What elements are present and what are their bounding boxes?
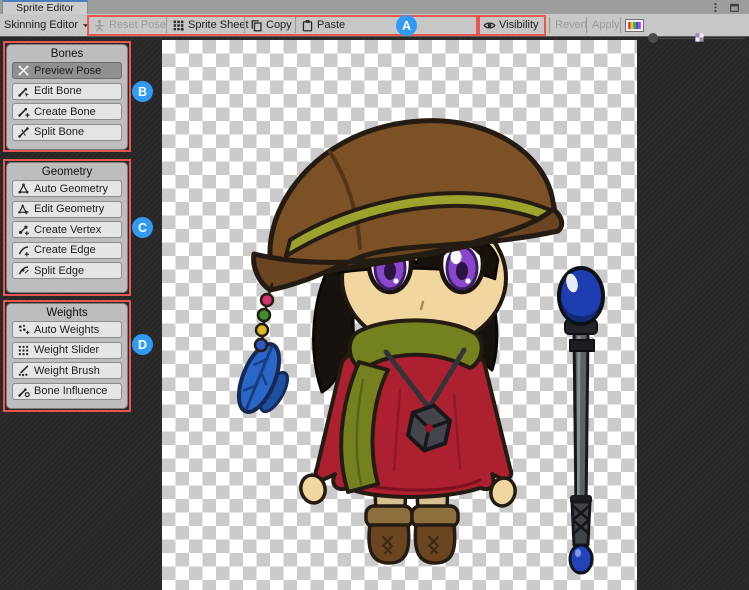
toolbar-separator <box>586 17 587 33</box>
weight-brush-button[interactable]: Weight Brush <box>12 362 122 379</box>
toolbar-separator <box>549 17 550 33</box>
edit-geometry-label: Edit Geometry <box>34 203 104 215</box>
edge-split-icon <box>17 264 30 277</box>
annotation-badge-b: B <box>132 81 153 102</box>
auto-geometry-label: Auto Geometry <box>34 183 108 195</box>
reset-pose-label: Reset Pose <box>109 19 166 31</box>
window-title-bar: Sprite Editor <box>0 0 749 14</box>
annotation-badge-d: D <box>132 334 153 355</box>
chibi-character <box>231 121 562 563</box>
sprite-sheet-button[interactable]: Sprite Sheet <box>172 14 249 36</box>
skinning-editor-window: { "window": { "tab_label": "Sprite Edito… <box>0 0 749 590</box>
toolbar-separator <box>166 17 167 33</box>
bone-influence-label: Bone Influence <box>34 385 107 397</box>
chevron-down-icon <box>81 21 90 30</box>
auto-weights-label: Auto Weights <box>34 324 99 336</box>
tab-sprite-editor[interactable]: Sprite Editor <box>2 0 88 14</box>
annotation-badge-c: C <box>132 217 153 238</box>
staff-sprite <box>559 268 603 573</box>
create-bone-button[interactable]: Create Bone <box>12 103 122 120</box>
create-edge-button[interactable]: Create Edge <box>12 242 122 259</box>
sprite-sheet-label: Sprite Sheet <box>188 19 249 31</box>
eye-icon <box>483 19 496 32</box>
mode-dropdown-label: Skinning Editor <box>4 19 78 31</box>
tab-label: Sprite Editor <box>16 2 74 14</box>
annotation-badge-a: A <box>396 15 417 36</box>
opacity-slider-knob[interactable] <box>648 33 658 43</box>
apply-button[interactable]: Apply <box>592 14 620 36</box>
character-sprite <box>162 40 637 590</box>
preview-pose-label: Preview Pose <box>34 65 101 77</box>
weight-slider-button[interactable]: Weight Slider <box>12 342 122 359</box>
weights-auto-icon <box>17 323 30 336</box>
paste-label: Paste <box>317 19 345 31</box>
bone-color-button[interactable] <box>625 19 644 32</box>
bone-influence-icon <box>17 385 30 398</box>
window-menu-button[interactable] <box>708 1 722 13</box>
opacity-slider-thumb[interactable] <box>694 32 705 43</box>
split-edge-button[interactable]: Split Edge <box>12 262 122 279</box>
toolbar-separator <box>244 17 245 33</box>
split-edge-label: Split Edge <box>34 265 84 277</box>
kebab-menu-icon <box>710 2 721 13</box>
sprite-grid-icon <box>172 19 185 32</box>
geometry-auto-icon <box>17 182 30 195</box>
weight-brush-label: Weight Brush <box>34 365 100 377</box>
create-edge-label: Create Edge <box>34 244 96 256</box>
create-vertex-label: Create Vertex <box>34 224 101 236</box>
create-bone-label: Create Bone <box>34 106 96 118</box>
crossed-bones-icon <box>17 64 30 77</box>
color-bar-icon <box>627 21 642 30</box>
copy-label: Copy <box>266 19 292 31</box>
create-vertex-button[interactable]: Create Vertex <box>12 221 122 238</box>
copy-button[interactable]: Copy <box>250 14 292 36</box>
paste-button[interactable]: Paste <box>301 14 345 36</box>
panel-geometry: Geometry Auto Geometry Edit Geometry Cre… <box>6 162 128 293</box>
bone-create-icon <box>17 105 30 118</box>
paste-icon <box>301 19 314 32</box>
bone-edit-icon <box>17 85 30 98</box>
bone-split-icon <box>17 126 30 139</box>
edit-bone-label: Edit Bone <box>34 85 82 97</box>
reset-pose-button[interactable]: Reset Pose <box>93 14 166 36</box>
auto-geometry-button[interactable]: Auto Geometry <box>12 180 122 197</box>
copy-icon <box>250 19 263 32</box>
vertex-create-icon <box>17 223 30 236</box>
panel-bones-title: Bones <box>7 45 127 62</box>
sprite-canvas[interactable] <box>162 40 637 590</box>
panel-geometry-title: Geometry <box>7 163 127 180</box>
bone-influence-button[interactable]: Bone Influence <box>12 383 122 400</box>
visibility-label: Visibility <box>499 19 539 31</box>
visibility-button[interactable]: Visibility <box>483 14 539 36</box>
window-layout-button[interactable] <box>727 1 741 13</box>
geometry-edit-icon <box>17 203 30 216</box>
editor-mode-dropdown[interactable]: Skinning Editor <box>4 14 90 36</box>
toolbar-separator <box>620 17 621 33</box>
revert-label: Revert <box>555 19 587 31</box>
auto-weights-button[interactable]: Auto Weights <box>12 321 122 338</box>
apply-label: Apply <box>592 19 620 31</box>
revert-button[interactable]: Revert <box>555 14 587 36</box>
split-bone-label: Split Bone <box>34 126 84 138</box>
weight-brush-icon <box>17 364 30 377</box>
panel-weights: Weights Auto Weights Weight Slider Weigh… <box>6 303 128 409</box>
toolbar-separator <box>295 17 296 33</box>
panel-bones: Bones Preview Pose Edit Bone Create Bone… <box>6 44 128 150</box>
edge-create-icon <box>17 244 30 257</box>
window-icon <box>729 2 740 13</box>
pose-figure-icon <box>93 19 106 32</box>
weight-slider-label: Weight Slider <box>34 344 99 356</box>
split-bone-button[interactable]: Split Bone <box>12 124 122 141</box>
skinning-toolbar: Skinning Editor Reset Pose Sprite Sheet … <box>0 14 749 37</box>
edit-geometry-button[interactable]: Edit Geometry <box>12 201 122 218</box>
panel-weights-title: Weights <box>7 304 127 321</box>
weight-slider-icon <box>17 344 30 357</box>
edit-bone-button[interactable]: Edit Bone <box>12 83 122 100</box>
preview-pose-button[interactable]: Preview Pose <box>12 62 122 79</box>
